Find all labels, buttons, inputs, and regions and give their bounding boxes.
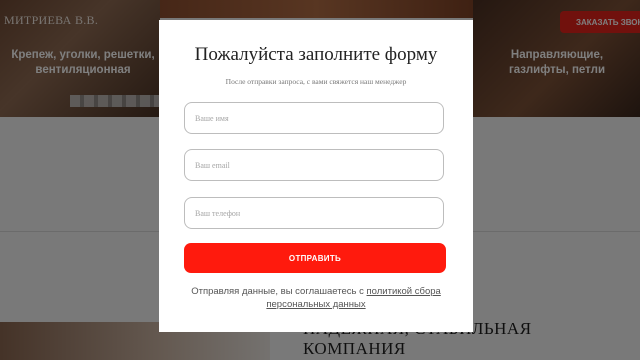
consent-note: Отправляя данные, вы соглашаетесь с поли… (187, 285, 445, 311)
modal-subtitle: После отправки запроса, с вами свяжется … (225, 77, 407, 86)
submit-button[interactable]: ОТПРАВИТЬ (184, 243, 446, 273)
modal-title: Пожалуйста заполните форму (194, 44, 438, 65)
phone-input[interactable] (184, 197, 444, 229)
email-input[interactable] (184, 149, 444, 181)
name-input[interactable] (184, 102, 444, 134)
consent-text: Отправляя данные, вы соглашаетесь с (191, 286, 367, 297)
contact-form-modal: Пожалуйста заполните форму После отправк… (159, 20, 473, 332)
